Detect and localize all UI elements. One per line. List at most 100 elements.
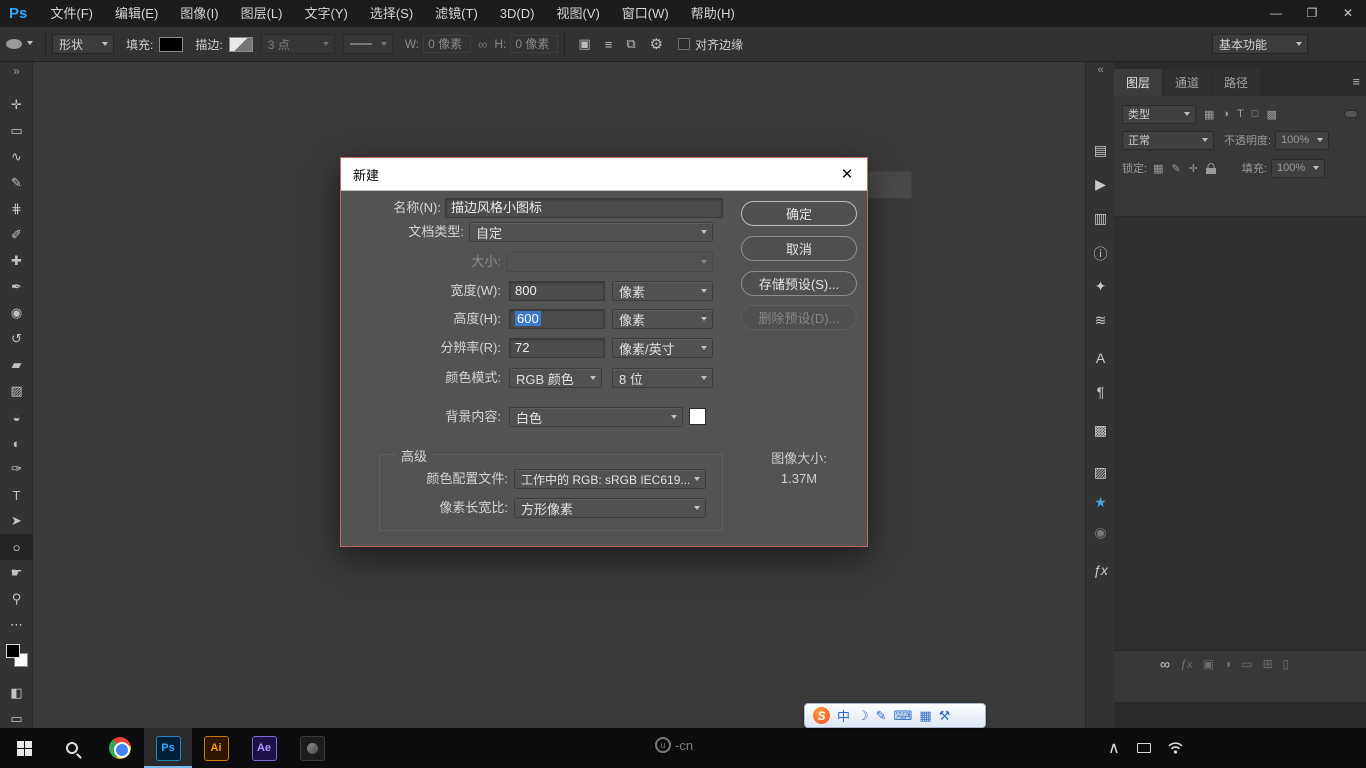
menu-item-type[interactable]: 文字(Y) — [293, 0, 358, 27]
fill-color-swatch[interactable] — [159, 37, 183, 52]
menu-item-3d[interactable]: 3D(D) — [489, 0, 546, 27]
menu-item-layer[interactable]: 图层(L) — [230, 0, 294, 27]
new-layer-icon[interactable]: ⊞ — [1263, 657, 1273, 671]
fill-opacity-select[interactable]: 100% — [1271, 159, 1325, 178]
lock-transparency-icon[interactable]: ▦ — [1153, 162, 1163, 175]
taskbar-aftereffects-button[interactable]: Ae — [240, 728, 288, 768]
menu-item-view[interactable]: 视图(V) — [545, 0, 610, 27]
eyedropper-tool[interactable]: ✐ — [0, 222, 33, 248]
layer-mask-icon[interactable]: ▣ — [1203, 657, 1214, 671]
layer-style-icon[interactable]: ƒx — [1180, 657, 1193, 671]
tab-channels[interactable]: 通道 — [1163, 69, 1211, 96]
filter-toggle[interactable] — [1344, 110, 1358, 118]
width-input[interactable]: 800 — [509, 281, 605, 301]
dock-swatches-icon[interactable]: ▩ — [1086, 422, 1115, 439]
ime-punctuation-icon[interactable]: ✎ — [876, 708, 887, 724]
workspace-switcher[interactable]: 基本功能 — [1212, 34, 1308, 54]
menu-item-select[interactable]: 选择(S) — [359, 0, 424, 27]
dock-patterns-icon[interactable]: ▨ — [1086, 464, 1115, 481]
name-input[interactable]: 描边风格小图标 — [445, 198, 723, 218]
layers-list[interactable] — [1114, 216, 1366, 676]
tool-mode-select[interactable]: 形状 — [52, 34, 114, 54]
wifi-icon[interactable] — [1168, 742, 1183, 754]
hand-tool[interactable]: ☛ — [0, 560, 33, 586]
ime-toolbox-icon[interactable]: ⚒ — [939, 708, 951, 724]
doc-type-select[interactable]: 自定 — [469, 222, 713, 242]
restore-icon[interactable]: ❐ — [1294, 0, 1330, 27]
filter-adjustment-layers-icon[interactable]: ◑ — [1222, 108, 1229, 120]
history-brush-tool[interactable]: ↺ — [0, 326, 33, 352]
width-unit-select[interactable]: 像素 — [612, 281, 713, 301]
delete-layer-icon[interactable]: ▯ — [1283, 657, 1290, 671]
display-icon[interactable] — [1137, 743, 1151, 753]
dock-adjustments-icon[interactable]: ✦ — [1086, 278, 1115, 295]
link-layers-icon[interactable]: ∞ — [1160, 656, 1170, 672]
collapse-toolbar-icon[interactable]: » — [0, 64, 33, 78]
ime-fullwidth-icon[interactable]: ☽ — [857, 708, 869, 724]
dialog-title-bar[interactable]: 新建 — [341, 158, 867, 191]
ime-keyboard-icon[interactable]: ⌨ — [894, 708, 913, 724]
link-dimensions-icon[interactable]: ∞ — [471, 37, 494, 52]
filter-pixel-layers-icon[interactable]: ▦ — [1204, 108, 1214, 121]
advanced-label[interactable]: 高级 — [396, 446, 432, 465]
expand-panels-icon[interactable]: « — [1086, 64, 1115, 76]
taskbar-chrome-button[interactable] — [96, 728, 144, 768]
height-input[interactable]: 600 — [509, 309, 605, 329]
ime-symbols-icon[interactable]: ▦ — [919, 708, 931, 724]
shape-width-field[interactable]: 0 像素 — [423, 35, 471, 53]
crop-tool[interactable]: ⋕ — [0, 196, 33, 222]
filter-shape-layers-icon[interactable]: □ — [1252, 108, 1259, 120]
taskbar-app-button[interactable] — [288, 728, 336, 768]
align-edges-checkbox[interactable] — [678, 38, 690, 50]
blend-mode-select[interactable]: 正常 — [1122, 131, 1214, 150]
stroke-width-select[interactable]: 3 点 — [261, 34, 335, 54]
ellipse-tool[interactable]: ○ — [0, 534, 33, 560]
tool-preset-picker[interactable] — [0, 39, 39, 49]
minimize-icon[interactable]: — — [1258, 0, 1294, 27]
brush-tool[interactable]: ✒ — [0, 274, 33, 300]
path-selection-tool[interactable]: ➤ — [0, 508, 33, 534]
lock-paint-icon[interactable]: ✎ — [1171, 162, 1180, 175]
dock-paragraph-icon[interactable]: ¶ — [1086, 384, 1115, 400]
taskbar-illustrator-button[interactable]: Ai — [192, 728, 240, 768]
menu-item-edit[interactable]: 编辑(E) — [104, 0, 169, 27]
stroke-color-swatch[interactable] — [229, 37, 253, 52]
lock-all-icon[interactable] — [1206, 163, 1216, 174]
taskbar-photoshop-button[interactable]: Ps — [144, 728, 192, 768]
clone-stamp-tool[interactable]: ◉ — [0, 300, 33, 326]
quick-mask-icon[interactable]: ◧ — [0, 680, 33, 706]
menu-item-image[interactable]: 图像(I) — [169, 0, 229, 27]
pixel-aspect-select[interactable]: 方形像素 — [514, 498, 706, 518]
stroke-style-select[interactable] — [343, 34, 393, 54]
filter-smart-objects-icon[interactable]: ▩ — [1266, 108, 1276, 121]
type-tool[interactable]: T — [0, 482, 33, 508]
dialog-close-icon[interactable]: ✕ — [837, 165, 857, 183]
menu-item-file[interactable]: 文件(F) — [39, 0, 104, 27]
layer-filter-kind-select[interactable]: 类型 — [1122, 105, 1196, 124]
gradient-tool[interactable]: ▨ — [0, 378, 33, 404]
path-operations-icon[interactable]: ▣ — [571, 36, 597, 52]
rect-marquee-tool[interactable]: ▭ — [0, 118, 33, 144]
dock-libraries-icon[interactable]: ★ — [1086, 494, 1115, 511]
background-color-swatch[interactable] — [689, 408, 706, 425]
filter-type-layers-icon[interactable]: T — [1237, 108, 1244, 120]
save-preset-button[interactable]: 存储预设(S)... — [741, 271, 857, 296]
tab-layers[interactable]: 图层 — [1114, 69, 1162, 96]
layer-group-icon[interactable]: ▭ — [1241, 657, 1252, 671]
eraser-tool[interactable]: ▰ — [0, 352, 33, 378]
color-profile-select[interactable]: 工作中的 RGB: sRGB IEC619... — [514, 469, 706, 489]
shape-height-field[interactable]: 0 像素 — [510, 35, 558, 53]
tab-paths[interactable]: 路径 — [1212, 69, 1260, 96]
panel-menu-icon[interactable]: ≡ — [1352, 74, 1360, 89]
menu-item-help[interactable]: 帮助(H) — [680, 0, 746, 27]
foreground-color-swatch[interactable] — [6, 644, 20, 658]
tray-expand-icon[interactable]: ∧ — [1108, 738, 1120, 758]
healing-brush-tool[interactable]: ✚ — [0, 248, 33, 274]
menu-item-filter[interactable]: 滤镜(T) — [424, 0, 489, 27]
edit-toolbar-icon[interactable]: ⋯ — [0, 612, 33, 638]
quick-selection-tool[interactable]: ✎ — [0, 170, 33, 196]
blur-tool[interactable]: ◒ — [0, 404, 33, 430]
path-arrangement-icon[interactable]: ⧉ — [619, 36, 642, 52]
dock-stock-icon[interactable]: ◉ — [1086, 524, 1115, 541]
gear-icon[interactable]: ⚙ — [643, 35, 670, 53]
